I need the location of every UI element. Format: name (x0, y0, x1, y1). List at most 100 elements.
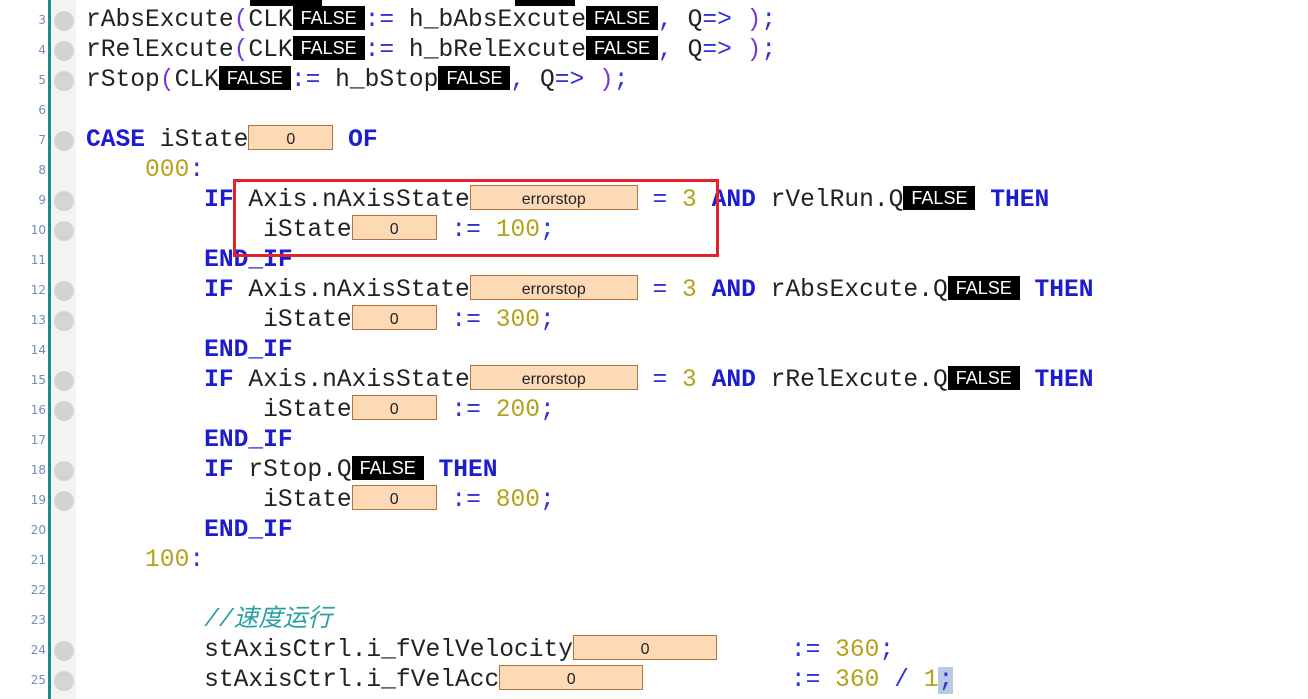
breakpoint-marker-icon[interactable] (54, 311, 74, 331)
code-line[interactable]: 24 stAxisCtrl.i_fVelVelocity 0 := 360; (0, 635, 1308, 666)
code-token: ; (879, 637, 895, 664)
code-token: rRelExcute.Q (755, 367, 948, 394)
code-line[interactable]: 4 rRelExcute(CLK FALSE:= h_bRelExcute FALSE… (0, 35, 1308, 66)
code-token: ) (746, 7, 762, 34)
code-token: h_bAbsExcute (394, 7, 587, 34)
code-line[interactable]: 5 rStop(CLK FALSE:= h_bStop FALSE, Q=> ); (0, 65, 1308, 96)
breakpoint-marker-icon[interactable] (54, 641, 74, 661)
breakpoint-marker-icon[interactable] (54, 371, 74, 391)
code-line[interactable]: 19 iState 0 := 800; (0, 485, 1308, 516)
line-number: 6 (38, 103, 46, 117)
line-number: 25 (30, 673, 46, 687)
code-line[interactable]: 21 100: (0, 546, 1308, 576)
code-line[interactable]: 25 stAxisCtrl.i_fVelAcc 0 := 360 / 1; (0, 665, 1308, 696)
breakpoint-marker-icon[interactable] (54, 41, 74, 61)
breakpoint-marker-icon[interactable] (54, 191, 74, 211)
online-monitor-value[interactable]: 0 (351, 305, 437, 330)
code-line[interactable]: 15 IF Axis.nAxisState errorstop = 3 AND r… (0, 365, 1308, 396)
code-editor[interactable]: 3 rAbsExcute(CLK FALSE:= h_bAbsExcute FALSE… (0, 0, 1308, 699)
breakpoint-marker-icon[interactable] (54, 221, 74, 241)
bool-monitor-value[interactable]: FALSE (586, 5, 659, 30)
code-token: ( (233, 37, 249, 64)
code-line[interactable]: 7 CASE iState 0 OF (0, 125, 1308, 156)
bool-monitor-value[interactable]: FALSE (292, 35, 365, 60)
code-token: ; (761, 7, 777, 34)
bool-monitor-value[interactable]: FALSE (351, 455, 424, 480)
breakpoint-marker-icon[interactable] (54, 491, 74, 511)
line-number: 18 (30, 463, 46, 477)
online-monitor-value[interactable]: errorstop (469, 365, 638, 390)
code-line[interactable]: 17 END_IF (0, 426, 1308, 456)
keyword: THEN (1034, 277, 1094, 304)
breakpoint-marker-icon[interactable] (54, 281, 74, 301)
breakpoint-marker-icon[interactable] (54, 71, 74, 91)
code-token: := (790, 637, 836, 664)
number-literal: 100 (145, 547, 190, 574)
code-token: rStop (86, 67, 160, 94)
number-literal: 300 (495, 307, 540, 334)
code-token: , (658, 7, 688, 34)
code-line[interactable]: 12 IF Axis.nAxisState errorstop = 3 AND r… (0, 275, 1308, 306)
line-number: 20 (30, 523, 46, 537)
code-line[interactable]: 14 END_IF (0, 336, 1308, 366)
code-token: ) (746, 37, 762, 64)
code-text: 000: (86, 156, 204, 186)
bool-monitor-value[interactable]: FALSE (947, 365, 1020, 390)
code-line[interactable]: 23 //速度运行 (0, 606, 1308, 636)
number-literal: 000 (145, 157, 190, 184)
breakpoint-marker-icon[interactable] (54, 671, 74, 691)
line-number: 23 (30, 613, 46, 627)
code-text: IF rStop.Q FALSE THEN (86, 455, 498, 486)
code-line[interactable]: 22 (0, 576, 1308, 606)
keyword: AND (711, 277, 756, 304)
code-token: := (790, 667, 836, 694)
bool-monitor-value[interactable]: FALSE (586, 35, 659, 60)
line-number: 8 (38, 163, 46, 177)
breakpoint-marker-icon[interactable] (54, 11, 74, 31)
number-literal: 3 (682, 277, 697, 304)
code-token: rStop.Q (233, 457, 352, 484)
code-token: h_bStop (320, 67, 439, 94)
code-token: , (510, 67, 540, 94)
online-monitor-value[interactable]: 0 (351, 485, 437, 510)
number-literal: 800 (495, 487, 540, 514)
code-line[interactable]: 3 rAbsExcute(CLK FALSE:= h_bAbsExcute FALSE… (0, 5, 1308, 36)
breakpoint-marker-icon[interactable] (54, 461, 74, 481)
code-line[interactable]: 13 iState 0 := 300; (0, 305, 1308, 336)
bool-monitor-value[interactable]: FALSE (218, 65, 291, 90)
bool-monitor-value[interactable]: FALSE (438, 65, 511, 90)
online-monitor-value[interactable]: 0 (499, 665, 644, 690)
code-line[interactable]: 20 END_IF (0, 516, 1308, 546)
keyword: OF (348, 127, 378, 154)
code-text: iState 0 := 800; (86, 485, 555, 516)
online-monitor-value[interactable]: errorstop (469, 275, 638, 300)
breakpoint-marker-icon[interactable] (54, 131, 74, 151)
code-token: CLK (248, 37, 293, 64)
bool-monitor-value[interactable]: FALSE (903, 185, 976, 210)
bool-monitor-value[interactable]: FALSE (947, 275, 1020, 300)
line-number: 21 (30, 553, 46, 567)
code-token: ; (539, 307, 555, 334)
breakpoint-marker-icon[interactable] (54, 401, 74, 421)
number-literal: 1 (923, 667, 939, 694)
annotation-highlight-box (233, 179, 719, 257)
comment: //速度运行 (204, 607, 332, 634)
online-monitor-value[interactable]: 0 (351, 395, 437, 420)
online-monitor-value[interactable]: 0 (248, 125, 334, 150)
code-text: stAxisCtrl.i_fVelAcc 0 := 360 / 1; (86, 665, 954, 696)
code-line[interactable]: 6 (0, 96, 1308, 126)
code-token: := (436, 307, 496, 334)
code-line[interactable]: 16 iState 0 := 200; (0, 395, 1308, 426)
online-monitor-value[interactable]: 0 (573, 635, 718, 660)
bool-monitor-value[interactable]: FALSE (292, 5, 365, 30)
code-line[interactable]: 18 IF rStop.Q FALSE THEN (0, 455, 1308, 486)
